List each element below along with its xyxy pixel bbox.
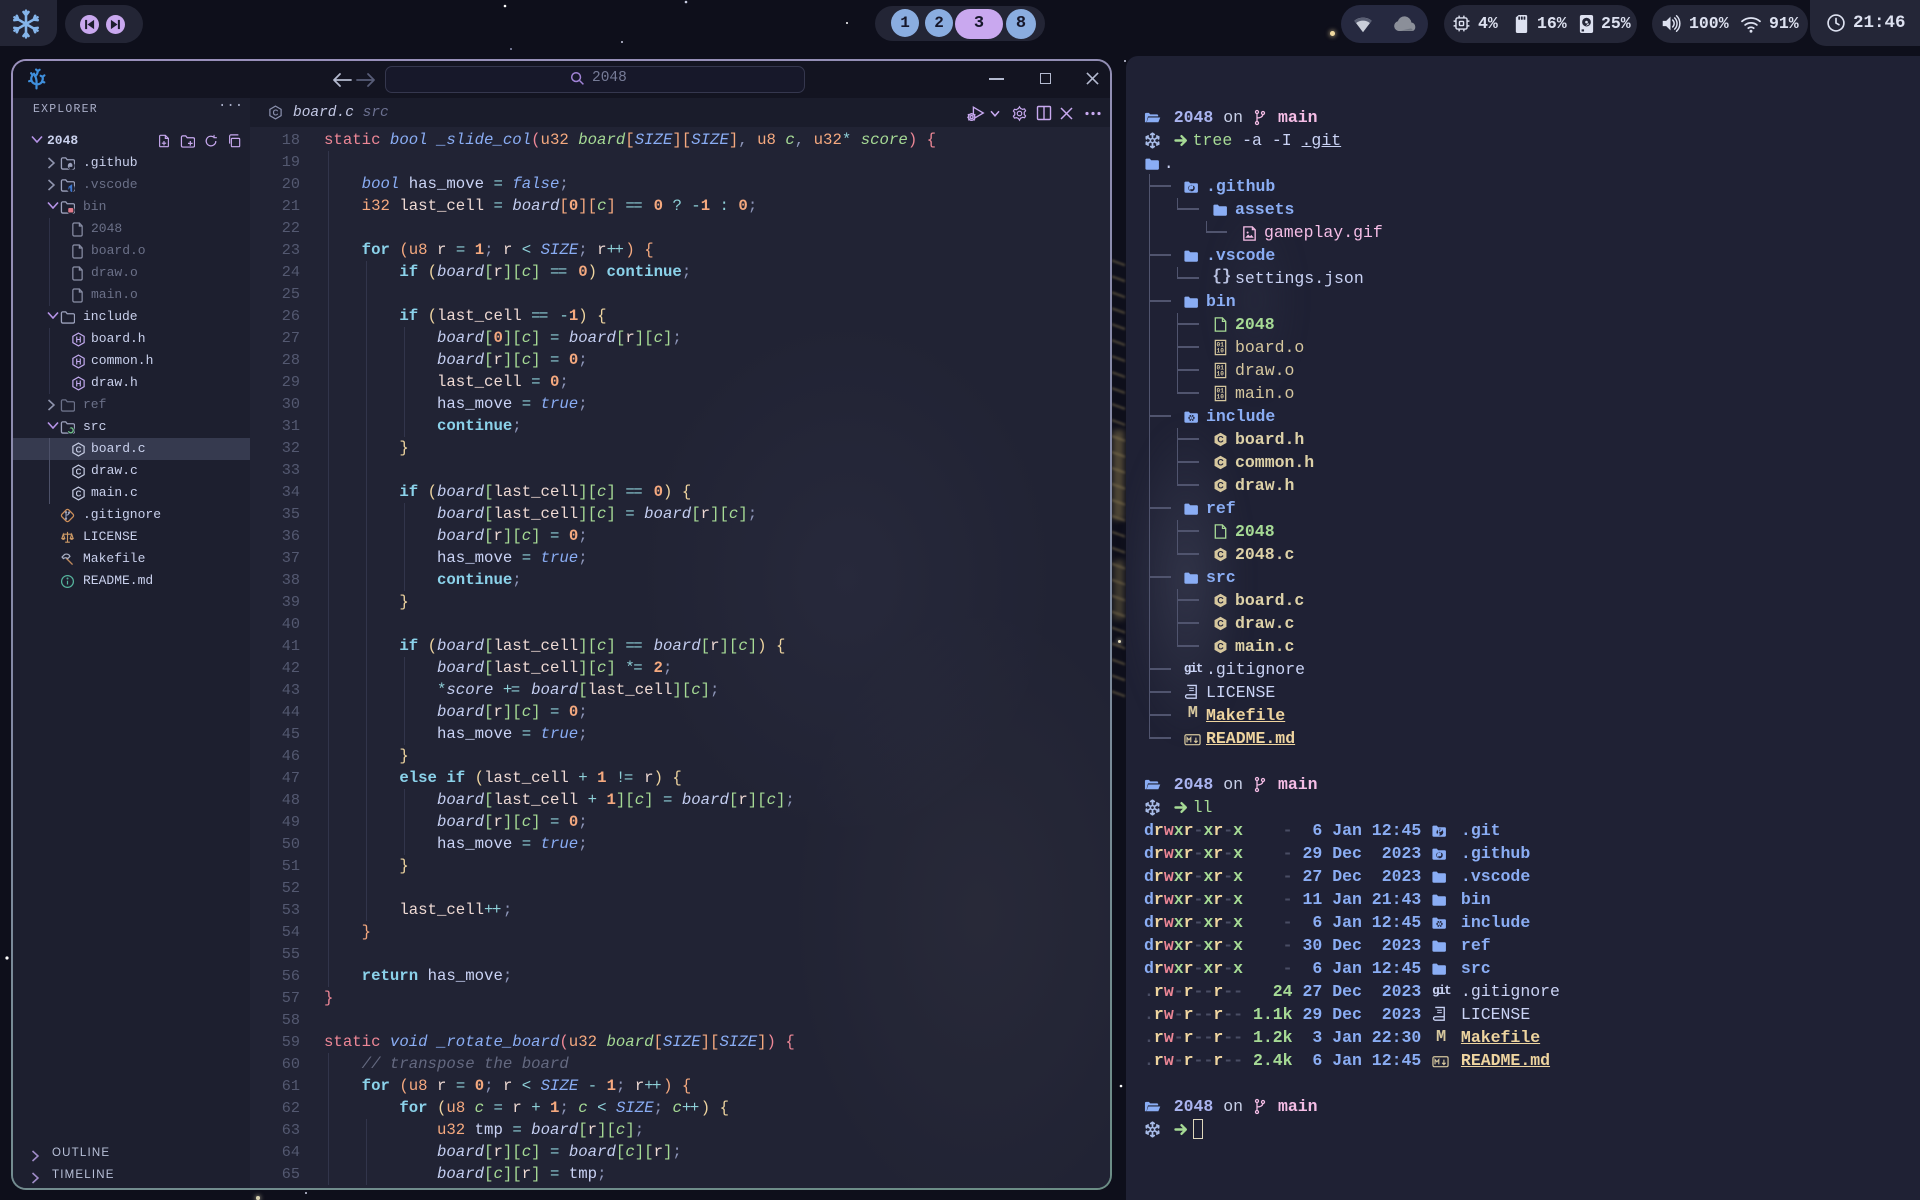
svg-text:10: 10: [1217, 370, 1225, 377]
svg-text:C: C: [1217, 641, 1224, 651]
svg-text:C: C: [1217, 480, 1224, 490]
svg-text:C: C: [1217, 434, 1224, 444]
svg-text:10: 10: [1217, 347, 1225, 354]
svg-text:C: C: [1217, 457, 1224, 467]
svg-text:C: C: [1217, 618, 1224, 628]
svg-text:C: C: [1217, 595, 1224, 605]
svg-text:10: 10: [1217, 393, 1225, 400]
svg-text:C: C: [273, 109, 279, 118]
svg-text:C: C: [1217, 549, 1224, 559]
